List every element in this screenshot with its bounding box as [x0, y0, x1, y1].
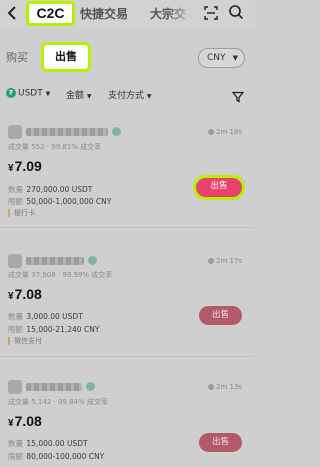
avatar[interactable] — [8, 125, 22, 139]
filter-payment-label: 支付方式 — [108, 91, 145, 101]
filter-coin[interactable]: ₮ USDT ▼ — [6, 88, 50, 99]
divider — [0, 227, 255, 228]
sell-button[interactable]: 出售 — [193, 175, 245, 200]
avatar[interactable] — [8, 380, 22, 394]
merchant-name[interactable] — [26, 128, 108, 136]
verified-icon — [86, 382, 95, 391]
price: ¥7.08 — [8, 413, 42, 429]
chevron-down-icon: ▼ — [45, 90, 51, 98]
price: ¥7.09 — [8, 158, 42, 174]
quantity-row: 数量 270,000.00 USDT — [8, 185, 93, 194]
verified-icon — [112, 127, 121, 136]
clock-icon — [208, 258, 214, 264]
chevron-left-icon[interactable] — [6, 4, 22, 22]
clock-icon — [208, 129, 214, 135]
tab-c2c[interactable]: C2C — [26, 1, 75, 26]
segment-sell[interactable]: 出售 — [41, 42, 91, 72]
tether-icon: ₮ — [6, 88, 16, 98]
scan-icon[interactable] — [204, 5, 218, 20]
merchant-stats: 成交量 552 · 99.81% 成交率 — [8, 143, 102, 151]
filter-icon[interactable] — [231, 88, 245, 103]
tab-fade — [168, 0, 200, 28]
clock-icon — [208, 384, 214, 390]
limit-row: 限额 15,000-21,240 CNY — [8, 325, 100, 334]
merchant-name[interactable] — [26, 257, 84, 265]
merchant-name[interactable] — [26, 383, 82, 391]
avatar[interactable] — [8, 254, 22, 268]
response-time: 2m 18s — [208, 128, 242, 136]
payment-method: 银行卡 — [8, 209, 35, 217]
sell-button[interactable]: 出售 — [199, 433, 242, 452]
filter-payment[interactable]: 支付方式 ▼ — [108, 88, 152, 101]
response-time: 2m 13s — [208, 383, 242, 391]
payment-method: 微信支付 — [8, 337, 42, 345]
limit-row: 限额 50,000-1,000,000 CNY — [8, 197, 112, 206]
filter-amount-label: 金额 — [66, 91, 85, 101]
chevron-down-icon: ▼ — [86, 93, 92, 100]
verified-icon — [88, 256, 97, 265]
segment-buy[interactable]: 购买 — [6, 49, 28, 65]
filter-amount[interactable]: 金额 ▼ — [66, 88, 92, 101]
chevron-down-icon: ▼ — [232, 54, 238, 62]
sell-button[interactable]: 出售 — [199, 306, 242, 325]
currency-select[interactable]: CNY ▼ — [198, 48, 245, 68]
divider — [0, 356, 255, 357]
tab-quick-trade[interactable]: 快捷交易 — [80, 5, 128, 22]
quantity-row: 数量 3,000.00 USDT — [8, 312, 83, 321]
merchant-stats: 成交量 37,908 · 99.99% 成交率 — [8, 271, 113, 279]
response-time: 2m 17s — [208, 257, 242, 265]
price: ¥7.08 — [8, 286, 42, 302]
quantity-row: 数量 15,000.00 USDT — [8, 439, 88, 448]
limit-row: 限额 80,000-100,000 CNY — [8, 452, 105, 461]
filter-coin-label: USDT — [18, 88, 43, 99]
merchant-stats: 成交量 5,142 · 99.84% 成交率 — [8, 398, 108, 406]
currency-value: CNY — [207, 53, 226, 63]
chevron-down-icon: ▼ — [146, 93, 152, 100]
search-icon[interactable] — [228, 4, 244, 20]
